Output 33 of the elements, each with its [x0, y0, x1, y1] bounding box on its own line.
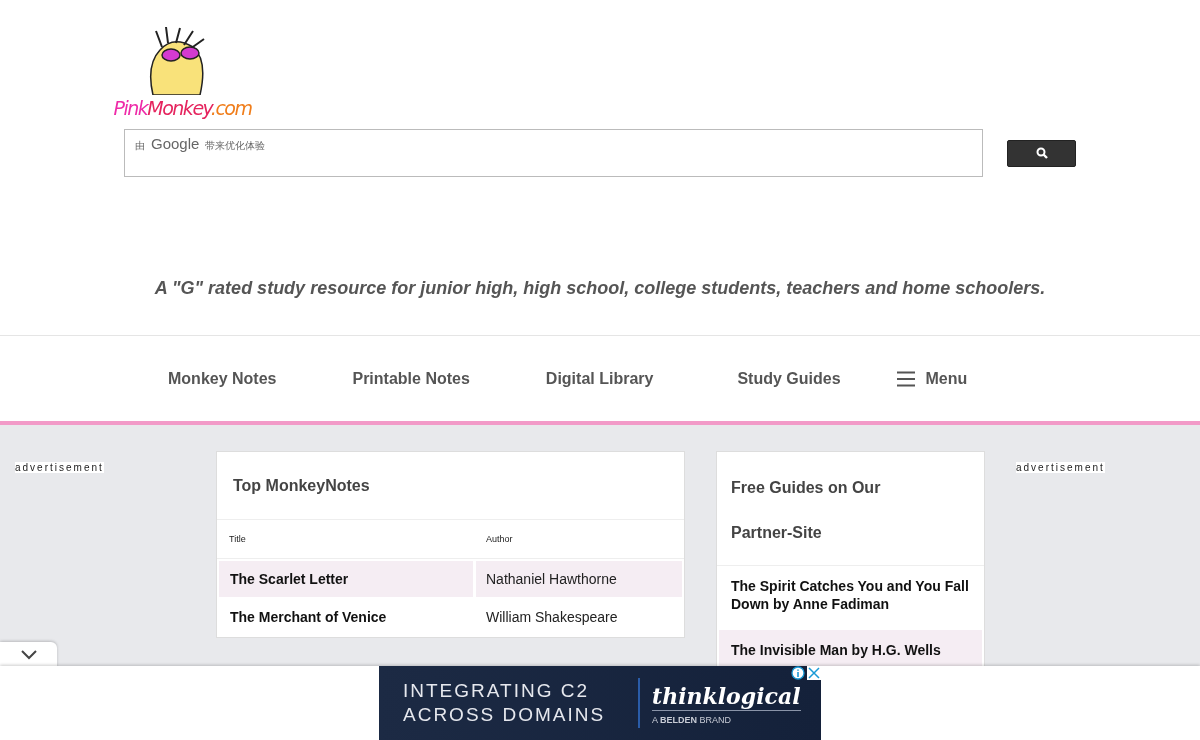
nav-link[interactable]: Study Guides: [691, 361, 879, 396]
table-cell-text: William Shakespeare: [485, 608, 619, 627]
collapse-button[interactable]: [0, 642, 57, 668]
ad-banner[interactable]: INTEGRATING C2 ACROSS DOMAINS thinklogical A BELDEN BRAND: [379, 666, 821, 740]
nav-link[interactable]: Digital Library: [507, 361, 692, 396]
brand-name: thinklogical: [652, 681, 801, 711]
branding-text: 由: [135, 139, 145, 153]
table-cell: Nathaniel Hawthorne: [476, 561, 682, 597]
column-header: Title: [228, 534, 247, 544]
search-field[interactable]: 由 Google 带来优化体验: [124, 129, 983, 177]
brand-note: A BELDEN BRAND: [652, 714, 733, 725]
tagline: A "G" rated study resource for junior high, high school, college students, teachers and home schoolers.: [153, 278, 1047, 299]
menu-icon: [896, 370, 915, 387]
nav-link[interactable]: Printable Notes: [314, 361, 508, 396]
ad-label: advertisement: [15, 462, 104, 473]
guide-link[interactable]: The Spirit Catches You and You Fall Down by Anne Fadiman: [719, 566, 982, 624]
branding-text: 带来优化体验: [205, 139, 266, 153]
logo-text[interactable]: PinkMonkey.com: [113, 95, 252, 121]
card-title: Free Guides on Our Partner-Site: [717, 452, 984, 566]
search-icon: [1035, 147, 1048, 159]
title-link[interactable]: The Merchant of Venice: [219, 599, 473, 635]
title-link[interactable]: The Scarlet Letter: [219, 561, 473, 597]
ad-headline: INTEGRATING C2: [403, 679, 590, 703]
ad-headline: ACROSS DOMAINS: [403, 703, 607, 727]
column-header: Author: [485, 534, 513, 544]
card-title: Top MonkeyNotes: [217, 452, 684, 520]
info-icon[interactable]: [791, 666, 805, 680]
ad-label: advertisement: [1016, 462, 1105, 473]
chevron-icon: [20, 650, 37, 660]
menu-button[interactable]: Menu: [878, 361, 1006, 396]
search-button[interactable]: [1007, 139, 1076, 167]
nav-link[interactable]: Monkey Notes: [130, 361, 315, 396]
branding-text: Google: [151, 135, 200, 152]
